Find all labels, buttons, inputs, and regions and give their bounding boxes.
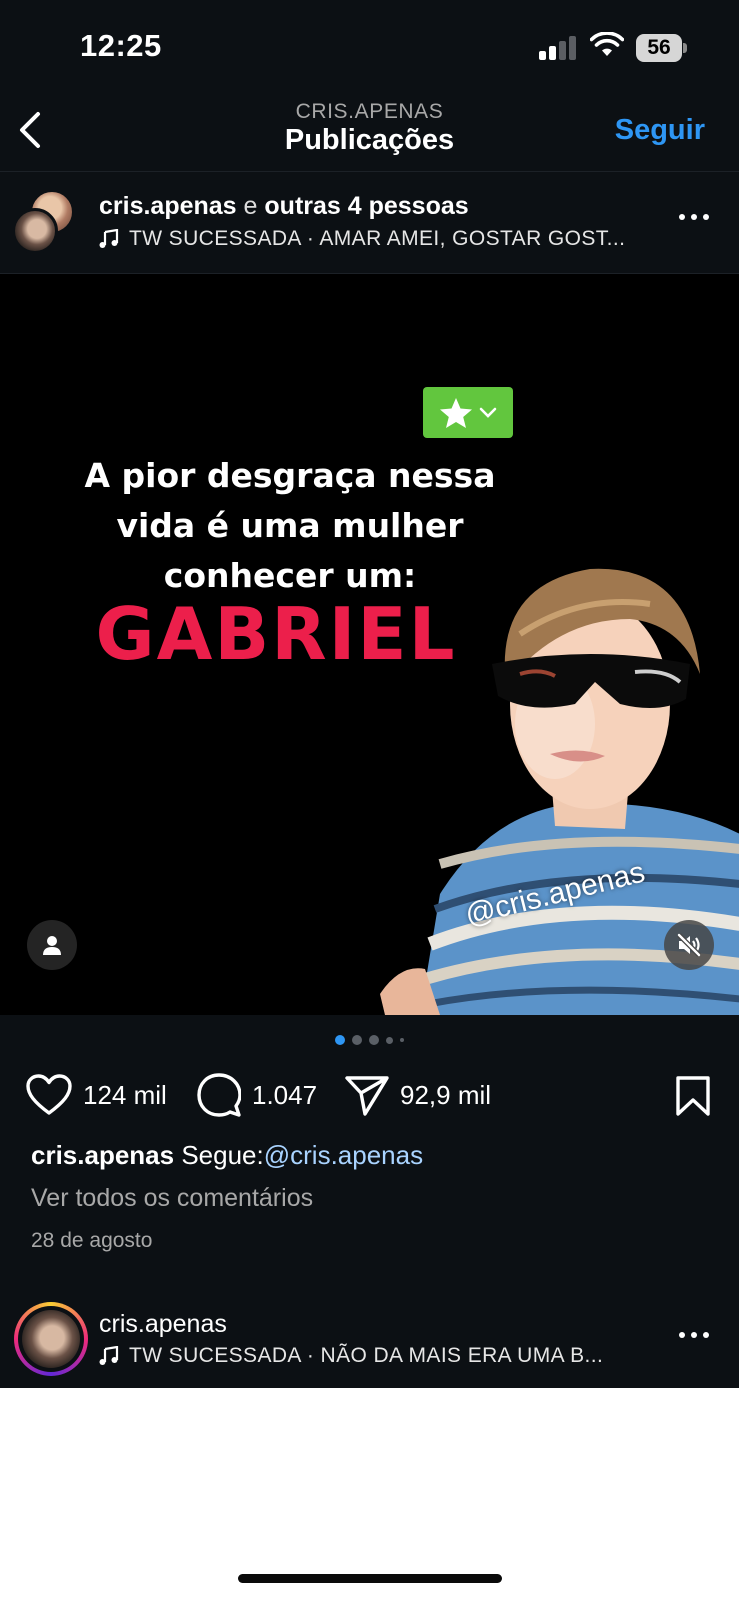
more-options-icon[interactable] [677, 1328, 711, 1342]
post-caption: cris.apenas Segue:@cris.apenas [31, 1140, 423, 1171]
chevron-down-icon [479, 407, 497, 418]
post-actions: 124 mil 1.047 92,9 mil [0, 1070, 739, 1120]
next-post-username[interactable]: cris.apenas [99, 1310, 227, 1339]
caption-text: Segue: [181, 1140, 264, 1170]
person-icon [43, 936, 61, 955]
battery-level: 56 [636, 34, 682, 62]
bookmark-icon [676, 1076, 710, 1116]
carousel-dot-active [335, 1035, 345, 1045]
music-note-icon [99, 229, 119, 248]
share-button[interactable]: 92,9 mil [345, 1070, 491, 1120]
like-count: 124 mil [83, 1079, 167, 1110]
coauthors-link[interactable]: outras 4 pessoas [264, 192, 468, 220]
signal-icon [539, 36, 579, 60]
comment-button[interactable]: 1.047 [197, 1070, 317, 1120]
meme-line: A pior desgraça nessa [84, 456, 496, 495]
music-note-icon [99, 1346, 119, 1365]
tagged-users-button[interactable] [27, 920, 77, 970]
comment-count: 1.047 [252, 1079, 318, 1110]
more-options-icon[interactable] [677, 210, 711, 224]
caption-mention[interactable]: @cris.apenas [264, 1140, 423, 1170]
loading-area [0, 1388, 739, 1600]
post-date: 28 de agosto [31, 1229, 153, 1252]
star-icon [440, 397, 472, 428]
carousel-dot [369, 1035, 379, 1045]
next-post-music-title: TW SUCESSADA · NÃO DA MAIS ERA UMA B... [129, 1344, 604, 1367]
coauthors-connector: e [243, 192, 258, 220]
next-post-header: cris.apenas TW SUCESSADA · NÃO DA MAIS E… [0, 1300, 739, 1388]
top-nav: CRIS.APENAS Publicações Seguir [0, 90, 739, 172]
music-info[interactable]: TW SUCESSADA · AMAR AMEI, GOSTAR GOST... [99, 227, 625, 251]
carousel-dot [400, 1038, 404, 1042]
mute-button[interactable] [664, 920, 714, 970]
wifi-icon [590, 32, 624, 56]
carousel-indicator [0, 1035, 739, 1045]
coauthor-avatars[interactable] [12, 190, 76, 254]
heart-icon [26, 1074, 72, 1115]
speaker-muted-icon [677, 933, 701, 957]
home-indicator[interactable] [238, 1574, 502, 1583]
save-button[interactable] [675, 1076, 711, 1121]
status-time: 12:25 [80, 28, 162, 63]
carousel-dot [352, 1035, 362, 1045]
music-title: TW SUCESSADA · AMAR AMEI, GOSTAR GOST... [129, 227, 626, 250]
next-post-music-info[interactable]: TW SUCESSADA · NÃO DA MAIS ERA UMA B... [99, 1344, 603, 1368]
meme-line: vida é uma mulher [116, 506, 464, 545]
follow-button[interactable]: Seguir [615, 114, 705, 147]
carousel-dot [386, 1036, 393, 1044]
caption-username[interactable]: cris.apenas [31, 1140, 174, 1170]
avatar [22, 1310, 80, 1368]
status-bar: 12:25 56 [0, 0, 739, 90]
comment-icon [197, 1073, 241, 1117]
rating-badge [423, 387, 513, 438]
view-all-comments-link[interactable]: Ver todos os comentários [31, 1184, 313, 1213]
post-username[interactable]: cris.apenas [99, 192, 237, 220]
battery-icon: 56 [636, 34, 687, 62]
like-button[interactable]: 124 mil [26, 1070, 167, 1120]
share-count: 92,9 mil [400, 1079, 492, 1110]
send-icon [345, 1076, 389, 1116]
avatar [12, 208, 58, 254]
story-ring-avatar[interactable] [14, 1302, 88, 1376]
post-header: cris.apenas e outras 4 pessoas TW SUCESS… [0, 172, 739, 274]
post-image[interactable]: A pior desgraça nessa vida é uma mulher … [0, 274, 739, 1015]
post-authors[interactable]: cris.apenas e outras 4 pessoas [99, 192, 469, 221]
